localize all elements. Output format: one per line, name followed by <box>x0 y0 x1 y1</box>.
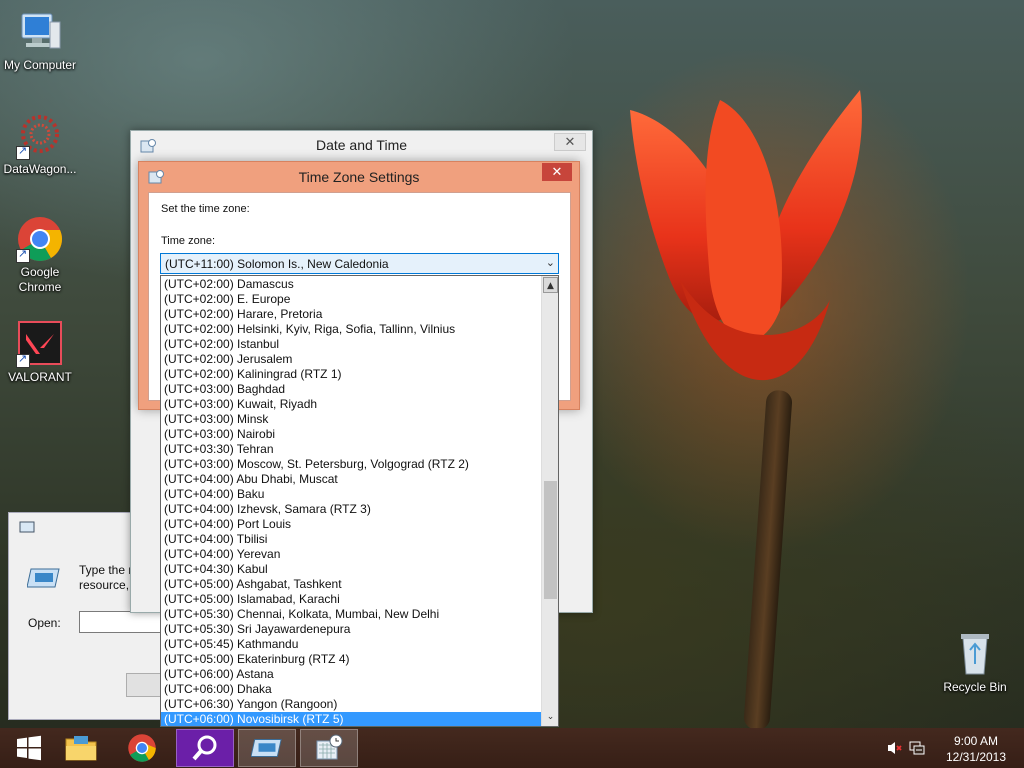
time-zone-option[interactable]: (UTC+05:00) Islamabad, Karachi <box>161 592 541 607</box>
time-zone-label: Time zone: <box>161 235 216 247</box>
network-icon[interactable] <box>908 740 926 756</box>
computer-icon <box>16 8 64 56</box>
time-zone-option[interactable]: (UTC+02:00) Kaliningrad (RTZ 1) <box>161 367 541 382</box>
run-large-icon <box>27 568 60 588</box>
taskbar-clock[interactable]: 9:00 AM 12/31/2013 <box>940 733 1012 765</box>
time-zone-option[interactable]: (UTC+06:30) Yangon (Rangoon) <box>161 697 541 712</box>
dropdown-scrollbar[interactable]: ▲ ⌄ <box>541 276 558 726</box>
taskbar-run[interactable] <box>238 729 296 767</box>
time-zone-option[interactable]: (UTC+06:00) Dhaka <box>161 682 541 697</box>
close-icon: ✕ <box>551 164 563 180</box>
desktop-icon-google-chrome[interactable]: Google Chrome <box>0 215 80 295</box>
time-zone-option[interactable]: (UTC+02:00) Helsinki, Kyiv, Riga, Sofia,… <box>161 322 541 337</box>
time-zone-option[interactable]: (UTC+02:00) Jerusalem <box>161 352 541 367</box>
time-zone-option[interactable]: (UTC+04:00) Izhevsk, Samara (RTZ 3) <box>161 502 541 517</box>
chrome-icon <box>128 734 156 762</box>
system-tray: 9:00 AM 12/31/2013 <box>884 728 1024 768</box>
start-button[interactable] <box>0 729 58 767</box>
search-icon <box>192 735 217 761</box>
wallpaper-stem <box>743 389 793 731</box>
datawagon-icon <box>16 112 64 160</box>
windows-logo-icon <box>17 735 41 761</box>
desktop-icon-my-computer[interactable]: My Computer <box>0 8 80 73</box>
shortcut-arrow-icon <box>16 352 30 368</box>
time-zone-selected-value: (UTC+11:00) Solomon Is., New Caledonia <box>165 257 389 271</box>
scroll-down-icon[interactable]: ⌄ <box>543 709 558 725</box>
time-zone-option[interactable]: (UTC+03:00) Moscow, St. Petersburg, Volg… <box>161 457 541 472</box>
time-zone-titlebar[interactable]: Time Zone Settings ✕ <box>139 162 579 190</box>
time-zone-option[interactable]: (UTC+03:00) Minsk <box>161 412 541 427</box>
time-zone-option[interactable]: (UTC+02:00) Istanbul <box>161 337 541 352</box>
scroll-up-icon[interactable]: ▲ <box>543 277 558 293</box>
shortcut-arrow-icon <box>16 247 30 263</box>
time-zone-option[interactable]: (UTC+04:00) Baku <box>161 487 541 502</box>
chevron-down-icon: ⌄ <box>545 257 555 269</box>
close-icon: ✕ <box>564 134 576 150</box>
time-zone-option[interactable]: (UTC+05:45) Kathmandu <box>161 637 541 652</box>
taskbar-file-explorer[interactable] <box>52 729 110 767</box>
desktop-icon-label: My Computer <box>3 58 77 72</box>
chrome-icon <box>16 215 64 263</box>
time-zone-dropdown-list[interactable]: (UTC+02:00) Damascus (UTC+02:00) E. Europ… <box>160 275 559 727</box>
clock-time: 9:00 AM <box>953 734 999 748</box>
desktop-icon-recycle-bin[interactable]: Recycle Bin <box>935 630 1015 695</box>
date-time-close-button[interactable]: ✕ <box>554 133 586 151</box>
time-zone-option[interactable]: (UTC+02:00) Harare, Pretoria <box>161 307 541 322</box>
run-icon <box>19 521 35 533</box>
recycle-bin-icon <box>951 630 999 678</box>
time-zone-option[interactable]: (UTC+06:00) Astana <box>161 667 541 682</box>
desktop-icon-label: Recycle Bin <box>943 680 1007 694</box>
calendar-clock-icon <box>316 734 343 760</box>
clock-date: 12/31/2013 <box>945 750 1007 764</box>
time-zone-option[interactable]: (UTC+04:00) Port Louis <box>161 517 541 532</box>
time-zone-option[interactable]: (UTC+05:00) Ashgabat, Tashkent <box>161 577 541 592</box>
desktop-icon-label: Google Chrome <box>18 265 62 294</box>
taskbar-chrome[interactable] <box>113 729 171 767</box>
time-zone-option[interactable]: (UTC+06:00) Novosibirsk (RTZ 5) <box>161 712 541 726</box>
time-zone-option[interactable]: (UTC+02:00) E. Europe <box>161 292 541 307</box>
time-zone-option[interactable]: (UTC+05:30) Chennai, Kolkata, Mumbai, Ne… <box>161 607 541 622</box>
time-zone-option[interactable]: (UTC+04:00) Yerevan <box>161 547 541 562</box>
scroll-thumb[interactable] <box>544 481 557 599</box>
time-zone-option[interactable]: (UTC+05:00) Ekaterinburg (RTZ 4) <box>161 652 541 667</box>
desktop-icon-label: VALORANT <box>8 370 72 384</box>
date-time-title: Date and Time <box>315 137 408 153</box>
run-open-label: Open: <box>28 616 61 630</box>
taskbar: 9:00 AM 12/31/2013 <box>0 728 1024 768</box>
volume-muted-icon[interactable] <box>887 740 903 756</box>
time-zone-option[interactable]: (UTC+03:30) Tehran <box>161 442 541 457</box>
time-zone-option[interactable]: (UTC+03:00) Nairobi <box>161 427 541 442</box>
run-icon <box>251 739 282 757</box>
desktop-icon-valorant[interactable]: VALORANT <box>0 320 80 385</box>
desktop-icon-label: DataWagon... <box>3 162 77 176</box>
run-open-input[interactable] <box>79 611 169 633</box>
shortcut-arrow-icon <box>16 144 30 160</box>
time-zone-option[interactable]: (UTC+04:00) Abu Dhabi, Muscat <box>161 472 541 487</box>
taskbar-search-app[interactable] <box>176 729 234 767</box>
time-zone-option[interactable]: (UTC+03:00) Baghdad <box>161 382 541 397</box>
time-zone-option[interactable]: (UTC+04:00) Tbilisi <box>161 532 541 547</box>
set-time-zone-label: Set the time zone: <box>161 203 250 215</box>
wallpaper-tulip <box>630 90 862 381</box>
date-time-titlebar[interactable]: Date and Time ✕ <box>131 131 592 161</box>
time-zone-option[interactable]: (UTC+02:00) Damascus <box>161 277 541 292</box>
time-zone-options: (UTC+02:00) Damascus (UTC+02:00) E. Europ… <box>161 277 541 726</box>
desktop-icon-datawagon[interactable]: DataWagon... <box>0 112 80 177</box>
folder-icon <box>65 736 97 761</box>
time-zone-option[interactable]: (UTC+04:30) Kabul <box>161 562 541 577</box>
valorant-icon <box>16 320 64 368</box>
time-zone-option[interactable]: (UTC+05:30) Sri Jayawardenepura <box>161 622 541 637</box>
time-zone-close-button[interactable]: ✕ <box>542 163 572 181</box>
time-zone-option[interactable]: (UTC+03:00) Kuwait, Riyadh <box>161 397 541 412</box>
time-zone-select[interactable]: (UTC+11:00) Solomon Is., New Caledonia ⌄ <box>160 253 559 274</box>
taskbar-date-time[interactable] <box>300 729 358 767</box>
time-zone-title: Time Zone Settings <box>298 169 420 185</box>
